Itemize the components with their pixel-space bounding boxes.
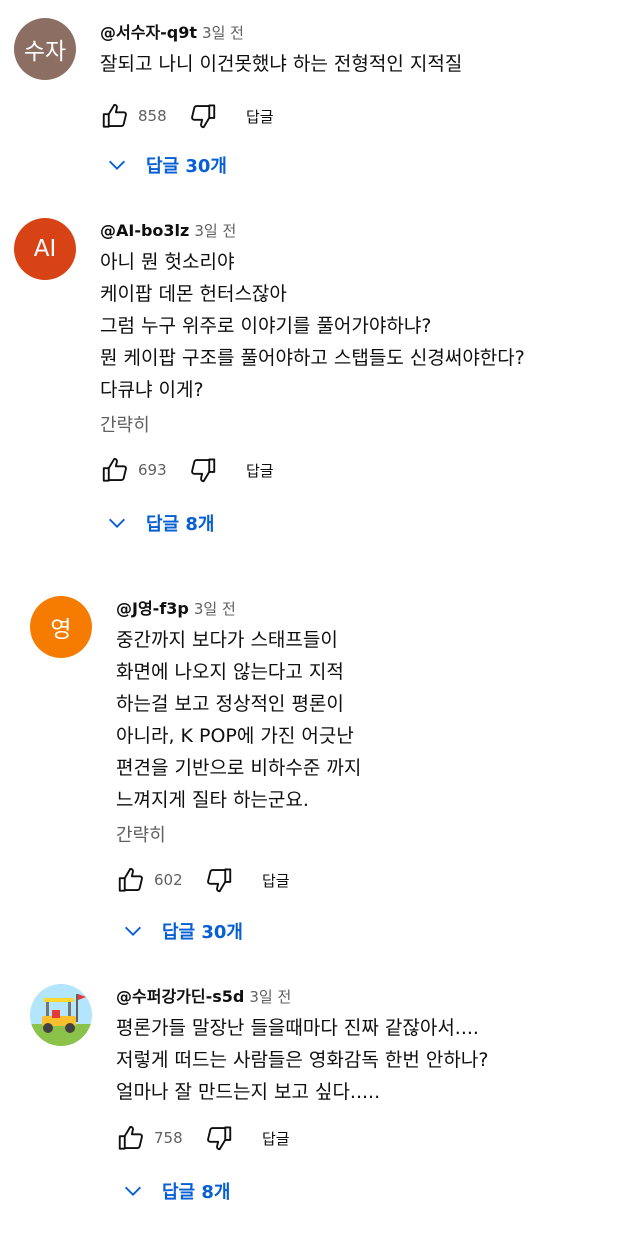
thumbs-down-icon bbox=[191, 458, 216, 483]
comment-actions: 758 답글 bbox=[116, 1118, 290, 1158]
comment-text: 잘되고 나니 이건못했냐 하는 전형적인 지적질 bbox=[100, 53, 463, 75]
replies-count: 답글 30개 bbox=[146, 156, 227, 177]
dislike-button[interactable] bbox=[204, 1123, 234, 1153]
comment-time[interactable]: 3일 전 bbox=[194, 222, 236, 240]
thumbs-down-icon bbox=[207, 868, 232, 893]
comment-text: 중간까지 보다가 스태프들이 화면에 나오지 않는다고 지적 하는걸 보고 정상… bbox=[116, 629, 362, 811]
reply-button[interactable]: 답글 bbox=[246, 460, 274, 481]
avatar[interactable]: 수자 bbox=[14, 18, 76, 80]
like-count: 858 bbox=[138, 107, 167, 125]
dislike-button[interactable] bbox=[188, 455, 218, 485]
read-less-button[interactable]: 간략히 bbox=[116, 824, 630, 848]
comment-time[interactable]: 3일 전 bbox=[194, 600, 236, 618]
thumbs-up-icon bbox=[118, 867, 143, 892]
thumbs-up-icon bbox=[102, 103, 127, 128]
comment-author[interactable]: @수퍼강가딘-s5d bbox=[116, 987, 244, 1006]
view-replies-button[interactable]: 답글 30개 bbox=[106, 152, 227, 178]
dislike-button[interactable] bbox=[204, 865, 234, 895]
comment-text: 평론가들 말장난 들을때마다 진짜 같잖아서.... 저렇게 떠드는 사람들은 … bbox=[116, 1017, 489, 1103]
comment-actions: 602 답글 bbox=[116, 860, 290, 900]
view-replies-button[interactable]: 답글 8개 bbox=[106, 510, 214, 536]
chevron-down-icon bbox=[125, 926, 141, 936]
like-count: 693 bbox=[138, 461, 167, 479]
like-count: 602 bbox=[154, 871, 183, 889]
replies-count: 답글 8개 bbox=[146, 514, 215, 535]
comment-actions: 693 답글 bbox=[100, 450, 274, 490]
thumbs-down-icon bbox=[207, 1126, 232, 1151]
avatar[interactable]: 영 bbox=[30, 596, 92, 658]
chevron-down-icon bbox=[125, 1186, 141, 1196]
reply-button[interactable]: 답글 bbox=[262, 870, 290, 891]
comment-actions: 858 답글 bbox=[100, 96, 274, 136]
avatar[interactable] bbox=[30, 984, 92, 1046]
view-replies-button[interactable]: 답글 8개 bbox=[122, 1178, 230, 1204]
reply-button[interactable]: 답글 bbox=[246, 106, 274, 127]
chevron-down-icon bbox=[109, 518, 125, 528]
replies-count: 답글 30개 bbox=[162, 922, 243, 943]
comment-text: 아니 뭔 헛소리야 케이팝 데몬 헌터스잖아 그럼 누구 위주로 이야기를 풀어… bbox=[100, 251, 525, 401]
read-less-button[interactable]: 간략히 bbox=[100, 414, 630, 438]
like-button[interactable]: 858 bbox=[100, 101, 182, 131]
chevron-down-icon bbox=[109, 160, 125, 170]
comment-time[interactable]: 3일 전 bbox=[249, 988, 291, 1006]
comment-author[interactable]: @J영-f3p bbox=[116, 599, 189, 618]
thumbs-up-icon bbox=[118, 1125, 143, 1150]
like-button[interactable]: 693 bbox=[100, 455, 182, 485]
reply-button[interactable]: 답글 bbox=[262, 1128, 290, 1149]
avatar[interactable]: AI bbox=[14, 218, 76, 280]
comment-time[interactable]: 3일 전 bbox=[202, 24, 244, 42]
dislike-button[interactable] bbox=[188, 101, 218, 131]
replies-count: 답글 8개 bbox=[162, 1182, 231, 1203]
like-count: 758 bbox=[154, 1129, 183, 1147]
comment-author[interactable]: @AI-bo3lz bbox=[100, 221, 189, 240]
golf-cart-icon bbox=[30, 994, 92, 1046]
thumbs-up-icon bbox=[102, 457, 127, 482]
like-button[interactable]: 602 bbox=[116, 865, 198, 895]
like-button[interactable]: 758 bbox=[116, 1123, 198, 1153]
thumbs-down-icon bbox=[191, 104, 216, 129]
comment-author[interactable]: @서수자-q9t bbox=[100, 23, 197, 42]
view-replies-button[interactable]: 답글 30개 bbox=[122, 918, 243, 944]
